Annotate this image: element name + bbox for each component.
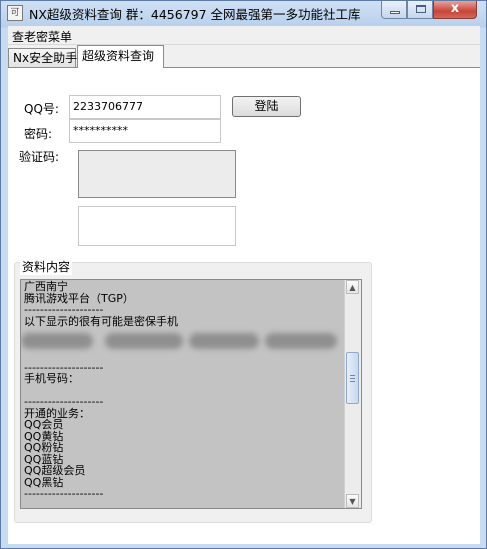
info-line: 手机号码：	[24, 372, 79, 385]
minimize-button[interactable]	[381, 1, 407, 19]
captcha-input[interactable]	[78, 206, 236, 246]
password-input[interactable]: **********	[69, 119, 221, 143]
info-line: 以下显示的很有可能是密保手机	[24, 314, 178, 328]
title-bar[interactable]: 可 NX超级资料查询 群：4456797 全网最强第一多功能社工库 x	[1, 1, 486, 25]
qq-number-input[interactable]: 2233706777	[69, 95, 221, 119]
scroll-up-icon[interactable]: ▲	[346, 280, 359, 294]
redacted-phone-1	[21, 333, 93, 349]
info-textarea[interactable]: 广西南宁 腾讯游戏平台（TGP） -------------------- 以下…	[20, 279, 362, 509]
scroll-thumb[interactable]	[346, 352, 359, 404]
tab-nx-helper[interactable]: Nx安全助手	[8, 48, 77, 67]
password-label: 密码:	[24, 127, 53, 141]
info-line: QQ超级会员	[24, 464, 86, 477]
info-line: QQ粉钻	[24, 441, 64, 454]
info-line: 广西南宁	[24, 280, 68, 293]
info-lines: 广西南宁 腾讯游戏平台（TGP） -------------------- 以下…	[24, 281, 178, 500]
tab-strip: Nx安全助手 超级资料查询	[8, 45, 480, 68]
redacted-phone-4	[265, 333, 337, 349]
login-button[interactable]: 登陆	[232, 96, 301, 117]
info-line: --------------------	[24, 303, 104, 316]
grip-icon	[350, 375, 355, 376]
main-window: 可 NX超级资料查询 群：4456797 全网最强第一多功能社工库 x 查老密菜…	[0, 0, 487, 549]
minimize-icon	[390, 11, 400, 14]
redacted-phone-2	[105, 333, 183, 349]
tab-page-super-query: QQ号: 2233706777 登陆 密码: ********** 验证码: 资…	[8, 67, 480, 544]
info-line: QQ会员	[24, 418, 64, 431]
captcha-label: 验证码:	[19, 150, 60, 164]
close-button[interactable]: x	[433, 1, 477, 19]
info-group-title: 资料内容	[20, 258, 73, 275]
close-icon: x	[450, 1, 460, 16]
scroll-down-icon[interactable]: ▼	[346, 494, 359, 508]
redacted-phone-3	[189, 333, 259, 349]
info-line: --------------------	[24, 487, 104, 500]
client-area: 查老密菜单 Nx安全助手 超级资料查询 QQ号: 2233706777 登陆 密…	[8, 26, 480, 544]
maximize-button[interactable]	[407, 1, 433, 19]
qq-label: QQ号:	[24, 102, 59, 116]
info-line	[24, 350, 178, 362]
app-icon[interactable]: 可	[7, 5, 23, 21]
tab-super-query[interactable]: 超级资料查询	[77, 45, 164, 68]
menu-item-query[interactable]: 查老密菜单	[12, 28, 72, 45]
info-line: --------------------	[24, 395, 104, 408]
vertical-scrollbar[interactable]: ▲ ▼	[344, 280, 361, 508]
maximize-icon	[416, 5, 426, 13]
window-title: NX超级资料查询 群：4456797 全网最强第一多功能社工库	[29, 7, 361, 22]
captcha-image	[78, 150, 236, 198]
menu-bar: 查老密菜单	[8, 26, 480, 45]
